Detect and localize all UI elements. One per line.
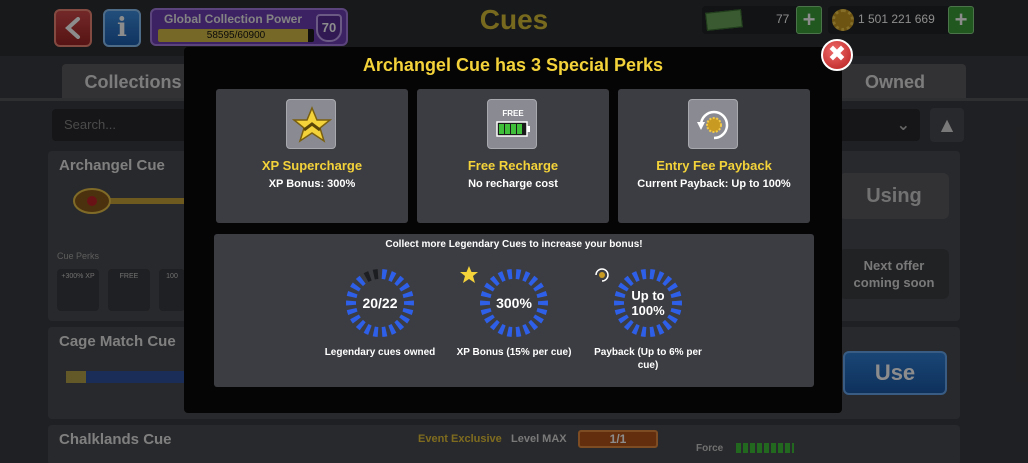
ring-value: 20/22 [362, 294, 398, 311]
perk-card-xp-supercharge: XP Supercharge XP Bonus: 300% [216, 89, 408, 223]
perk-name: Free Recharge [467, 158, 559, 173]
perk-desc: No recharge cost [468, 178, 558, 190]
bonus-heading: Collect more Legendary Cues to increase … [385, 239, 643, 250]
perk-card-entry-fee-payback: Entry Fee Payback Current Payback: Up to… [618, 89, 810, 223]
ring-caption: Payback (Up to 6% per cue) [594, 347, 702, 371]
perk-name: XP Supercharge [261, 158, 363, 173]
perk-desc: Current Payback: Up to 100% [637, 178, 791, 190]
ring-caption: XP Bonus (15% per cue) [456, 347, 572, 358]
star-chevron-icon [286, 99, 336, 149]
modal-title: Archangel Cue has 3 Special Perks [362, 55, 664, 75]
refresh-coin-icon [595, 268, 609, 282]
perk-card-free-recharge: FREE Free Recharge No recharge cost [417, 89, 609, 223]
perk-name: Entry Fee Payback [656, 158, 772, 173]
perk-desc: XP Bonus: 300% [268, 178, 356, 190]
ring-payback: Up to 100% [613, 268, 683, 338]
bonus-panel: Collect more Legendary Cues to increase … [214, 234, 814, 387]
ring-caption: Legendary cues owned [324, 347, 436, 358]
close-button[interactable]: ✖ [821, 39, 853, 71]
refresh-coin-icon [688, 99, 738, 149]
perks-modal: Archangel Cue has 3 Special Perks XP Sup… [184, 47, 842, 413]
ring-value: Up to 100% [631, 288, 665, 318]
battery-icon: FREE [487, 99, 537, 149]
ring-xp-bonus: 300% [479, 268, 549, 338]
star-chevron-icon [460, 266, 478, 283]
ring-value: 300% [496, 294, 532, 311]
ring-legendary-cues: 20/22 [345, 268, 415, 338]
battery-badge-text: FREE [502, 109, 524, 118]
